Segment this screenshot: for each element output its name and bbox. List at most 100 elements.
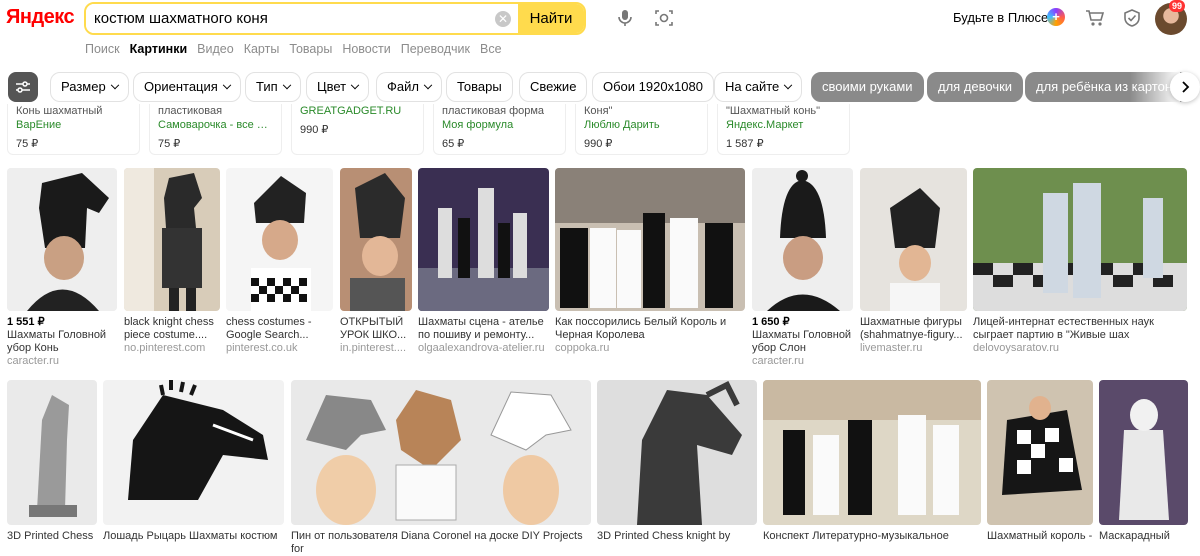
result-title[interactable]: Конспект Литературно-музыкальное	[763, 530, 981, 543]
suggest-diy[interactable]: своими руками	[811, 72, 924, 102]
filter-orientation[interactable]: Ориентация	[133, 72, 241, 102]
product-price: 1 587 ₽	[726, 138, 764, 150]
image-result[interactable]: 3D Printed Chess	[7, 380, 97, 543]
search-input[interactable]	[86, 4, 488, 33]
image-result[interactable]: Шахматные фигуры (shahmatnye-figury... li…	[860, 168, 967, 355]
result-host[interactable]: delovoysaratov.ru	[973, 342, 1187, 355]
result-title[interactable]: Шахматы Головной убор Слон	[752, 329, 853, 355]
result-host[interactable]: coppoka.ru	[555, 342, 745, 355]
image-result[interactable]: black knight chess piece costume.... no.p…	[124, 168, 220, 355]
result-title[interactable]: ОТКРЫТЫЙ УРОК ШКО...	[340, 316, 412, 342]
image-result[interactable]: Шахматы сцена - ателье по пошиву и ремон…	[418, 168, 549, 355]
tab-products[interactable]: Товары	[289, 42, 332, 56]
result-host[interactable]: no.pinterest.com	[124, 342, 220, 355]
result-thumbnail[interactable]	[555, 168, 745, 311]
product-card[interactable]: "Шахматный конь" Яндекс.Маркет 1 587 ₽	[717, 104, 850, 155]
tab-maps[interactable]: Карты	[244, 42, 280, 56]
chess-stage-image	[418, 168, 549, 311]
filter-goods[interactable]: Товары	[446, 72, 513, 102]
result-thumbnail[interactable]	[7, 380, 97, 525]
tab-translator[interactable]: Переводчик	[401, 42, 470, 56]
result-title[interactable]: Маскарадный	[1099, 530, 1188, 543]
tab-images[interactable]: Картинки	[130, 42, 188, 56]
result-title[interactable]: black knight chess piece costume....	[124, 316, 220, 342]
product-card[interactable]: пластиковая форма Моя формула 65 ₽	[433, 104, 566, 155]
result-thumbnail[interactable]	[226, 168, 333, 311]
result-host[interactable]: in.pinterest....	[340, 342, 412, 355]
filter-type[interactable]: Тип	[245, 72, 301, 102]
result-title[interactable]: Шахматные фигуры (shahmatnye-figury...	[860, 316, 967, 342]
result-title[interactable]: 3D Printed Chess	[7, 530, 97, 543]
result-thumbnail[interactable]	[418, 168, 549, 311]
result-host[interactable]: pinterest.co.uk	[226, 342, 333, 355]
find-button[interactable]: Найти	[518, 4, 584, 33]
product-title: Конь шахматный	[16, 105, 103, 117]
result-thumbnail[interactable]	[1099, 380, 1188, 525]
image-result[interactable]: Маскарадный	[1099, 380, 1188, 543]
result-thumbnail[interactable]	[103, 380, 284, 525]
image-result[interactable]: Лицей-интернат естественных наук сыграет…	[973, 168, 1187, 355]
image-result[interactable]: Пин от пользователя Diana Coronel на дос…	[291, 380, 591, 556]
tab-search[interactable]: Поиск	[85, 42, 120, 56]
chevron-down-icon	[282, 80, 291, 90]
result-title[interactable]: Как поссорились Белый Король и Черная Ко…	[555, 316, 745, 342]
next-arrow-button[interactable]	[1170, 72, 1200, 102]
result-thumbnail[interactable]	[973, 168, 1187, 311]
result-thumbnail[interactable]	[597, 380, 757, 525]
image-result[interactable]: Шахматный король -	[987, 380, 1093, 543]
product-card[interactable]: GREATGADGET.RU 990 ₽	[291, 104, 424, 155]
result-thumbnail[interactable]	[763, 380, 981, 525]
image-result[interactable]: 1 551 ₽ Шахматы Головной убор Конь caracte…	[7, 168, 117, 368]
product-card[interactable]: Конь шахматный ВарЕние 75 ₽	[7, 104, 140, 155]
result-thumbnail[interactable]	[752, 168, 853, 311]
result-title[interactable]: Шахматный король -	[987, 530, 1093, 543]
result-title[interactable]: Лошадь Рыцарь Шахматы костюм	[103, 530, 284, 543]
image-result[interactable]: 1 650 ₽ Шахматы Головной убор Слон caracte…	[752, 168, 853, 368]
result-title[interactable]: Пин от пользователя Diana Coronel на дос…	[291, 530, 591, 556]
result-host[interactable]: caracter.ru	[7, 355, 117, 368]
result-thumbnail[interactable]	[291, 380, 591, 525]
image-result[interactable]: Конспект Литературно-музыкальное	[763, 380, 981, 543]
result-thumbnail[interactable]	[7, 168, 117, 311]
suggest-girl[interactable]: для девочки	[927, 72, 1024, 102]
image-result[interactable]: 3D Printed Chess knight by	[597, 380, 757, 543]
image-result[interactable]: ОТКРЫТЫЙ УРОК ШКО... in.pinterest....	[340, 168, 412, 355]
result-title[interactable]: Шахматы Головной убор Конь	[7, 329, 117, 355]
result-host[interactable]: caracter.ru	[752, 355, 853, 368]
image-result[interactable]: Как поссорились Белый Король и Черная Ко…	[555, 168, 745, 355]
filter-on-site[interactable]: На сайте	[714, 72, 803, 102]
filter-file[interactable]: Файл	[376, 72, 442, 102]
microphone-icon[interactable]	[615, 8, 635, 28]
result-thumbnail[interactable]	[124, 168, 220, 311]
result-thumbnail[interactable]	[987, 380, 1093, 525]
product-card[interactable]: Коня" Люблю Дарить 990 ₽	[575, 104, 708, 155]
yandex-logo[interactable]: Яндекс	[6, 6, 75, 29]
cart-icon[interactable]	[1085, 8, 1105, 28]
filter-fresh[interactable]: Свежие	[519, 72, 588, 102]
image-search-icon[interactable]	[654, 8, 674, 28]
filter-size[interactable]: Размер	[50, 72, 129, 102]
result-host[interactable]: livemaster.ru	[860, 342, 967, 355]
plus-icon[interactable]: +	[1047, 8, 1065, 26]
result-title[interactable]: Лицей-интернат естественных наук сыграет…	[973, 316, 1187, 342]
sliders-icon	[16, 81, 30, 93]
result-title[interactable]: chess costumes - Google Search...	[226, 316, 333, 342]
result-host[interactable]: olgaalexandrova-atelier.ru	[418, 342, 549, 355]
result-thumbnail[interactable]	[340, 168, 412, 311]
shield-icon[interactable]	[1122, 8, 1142, 28]
filter-color[interactable]: Цвет	[306, 72, 370, 102]
image-result[interactable]: Лошадь Рыцарь Шахматы костюм	[103, 380, 284, 543]
filter-settings-button[interactable]	[8, 72, 38, 102]
filter-wallpaper[interactable]: Обои 1920x1080	[592, 72, 715, 102]
tab-all[interactable]: Все	[480, 42, 502, 56]
product-card[interactable]: пластиковая Самоварочка - все для... 75 …	[149, 104, 282, 155]
bishop-hat-image	[752, 168, 853, 311]
result-thumbnail[interactable]	[860, 168, 967, 311]
plus-link[interactable]: Будьте в Плюсе	[953, 10, 1048, 25]
clear-search-button[interactable]: ✕	[488, 4, 518, 33]
result-title[interactable]: 3D Printed Chess knight by	[597, 530, 757, 543]
tab-video[interactable]: Видео	[197, 42, 234, 56]
result-title[interactable]: Шахматы сцена - ателье по пошиву и ремон…	[418, 316, 549, 342]
tab-news[interactable]: Новости	[342, 42, 390, 56]
image-result[interactable]: chess costumes - Google Search... pintere…	[226, 168, 333, 355]
